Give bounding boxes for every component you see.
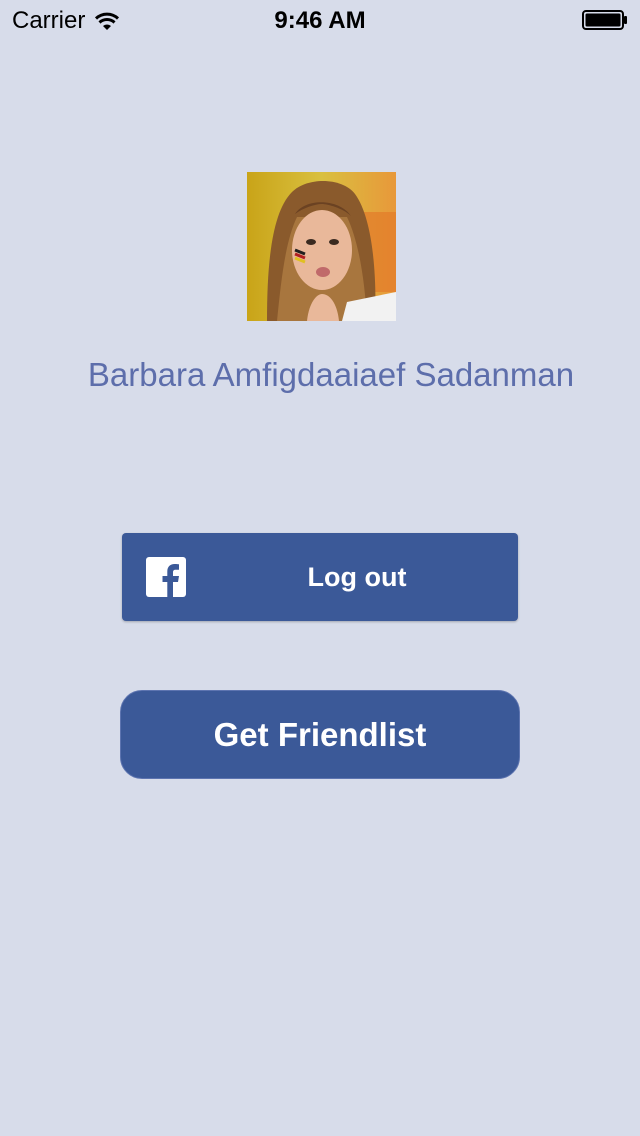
status-time: 9:46 AM	[274, 7, 366, 34]
user-name: Barbara Amfigdaaiaef Sadanman	[87, 356, 575, 393]
logout-label: Log out	[307, 562, 407, 592]
facebook-logo-icon	[146, 557, 186, 597]
battery-icon	[582, 10, 627, 30]
get-friendlist-button[interactable]: Get Friendlist	[120, 690, 520, 779]
logout-button[interactable]: Log out	[122, 533, 518, 621]
status-bar: Carrier 9:46 AM	[0, 0, 640, 40]
profile-photo	[247, 172, 396, 321]
profile-photo-image	[247, 172, 396, 321]
